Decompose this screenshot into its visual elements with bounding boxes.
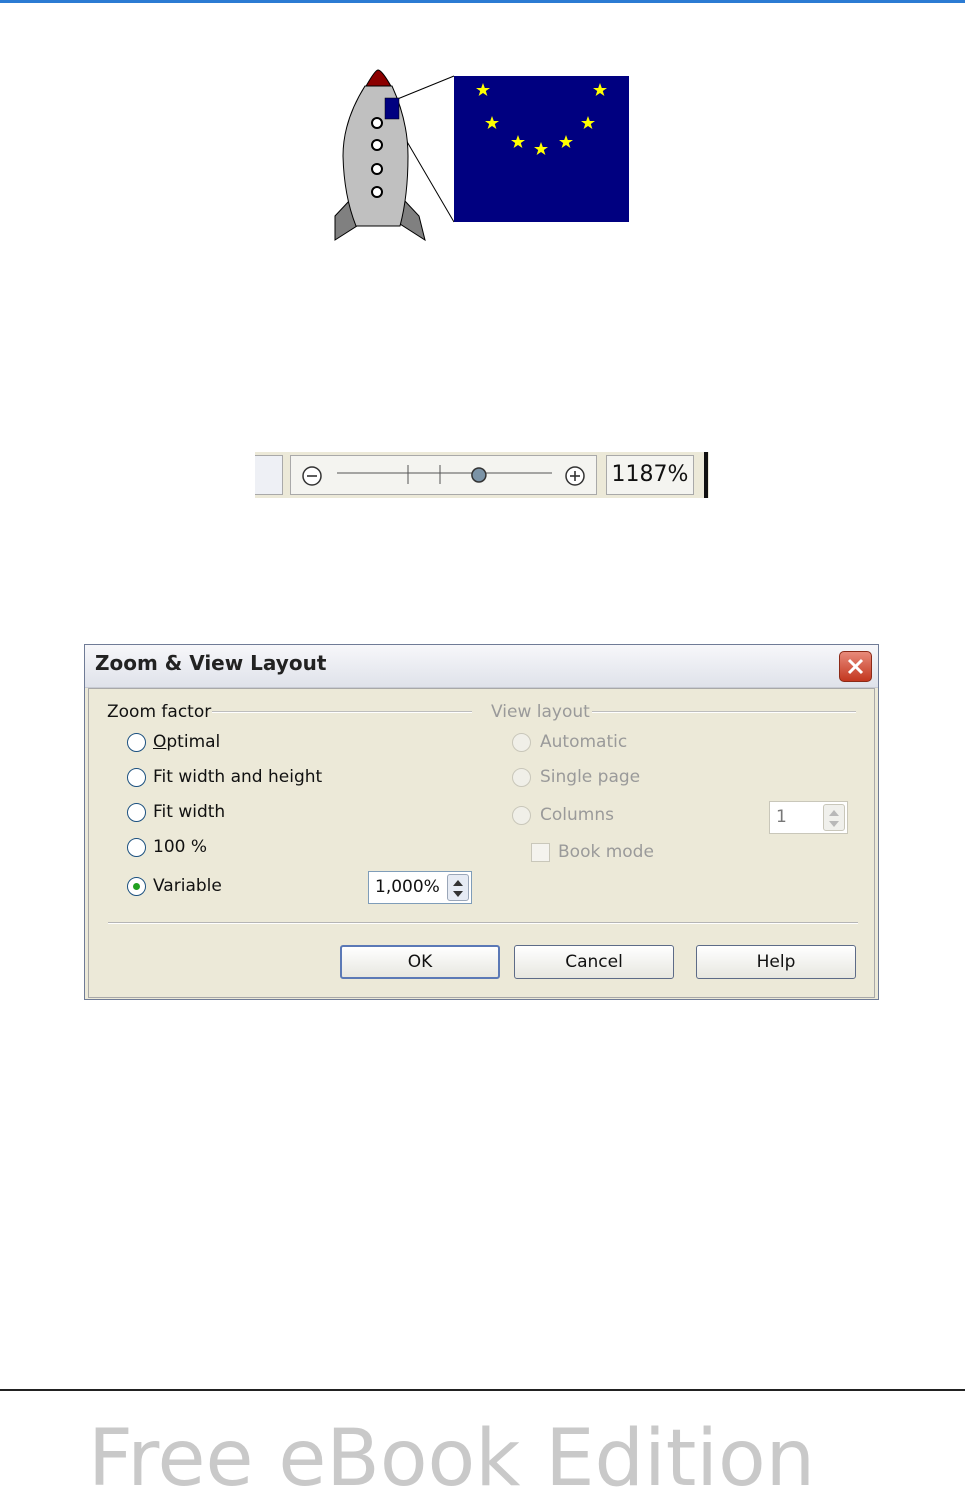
zoom-in-icon <box>565 466 585 486</box>
label-single-page: Single page <box>540 767 641 787</box>
variable-zoom-spinbox[interactable]: 1,000% <box>368 871 472 904</box>
label-optimal-text: ptimal <box>166 732 221 752</box>
dialog-title: Zoom & View Layout <box>95 651 327 675</box>
radio-fit-width[interactable] <box>127 803 146 822</box>
radio-selected-dot <box>133 883 140 890</box>
label-columns: Columns <box>540 805 614 825</box>
label-book-mode: Book mode <box>558 842 654 862</box>
close-icon <box>847 658 864 675</box>
columns-spin-arrows-icon[interactable] <box>823 804 845 831</box>
statusbar-edge <box>704 452 708 498</box>
columns-spinbox[interactable]: 1 <box>769 801 848 834</box>
label-fit-width-height: Fit width and height <box>153 767 323 787</box>
book-mode-checkbox[interactable] <box>531 843 550 862</box>
rocket-illustration <box>330 66 635 244</box>
button-separator <box>108 922 858 924</box>
radio-fit-width-height[interactable] <box>127 768 146 787</box>
close-button[interactable] <box>839 651 872 682</box>
zoom-factor-group-label: Zoom factor <box>107 702 212 722</box>
label-automatic: Automatic <box>540 732 628 752</box>
radio-single-page[interactable] <box>512 768 531 787</box>
callout-line-top <box>394 75 455 101</box>
view-layout-group-label: View layout <box>491 702 590 722</box>
porthole <box>371 117 383 129</box>
label-optimal: Optimal <box>153 732 221 752</box>
radio-automatic[interactable] <box>512 733 531 752</box>
variable-zoom-value: 1,000% <box>375 877 440 897</box>
radio-100-percent[interactable] <box>127 838 146 857</box>
radio-variable[interactable] <box>127 877 146 896</box>
help-button[interactable]: Help <box>696 945 856 979</box>
statusbar-field <box>255 455 283 495</box>
top-rule <box>0 0 965 3</box>
zoom-slider[interactable] <box>290 455 597 495</box>
porthole <box>371 139 383 151</box>
porthole <box>371 186 383 198</box>
rocket-nose <box>364 69 393 89</box>
zoom-percent[interactable]: 1187% <box>606 455 694 495</box>
label-variable: Variable <box>153 876 222 896</box>
spin-arrows-icon[interactable] <box>447 874 469 901</box>
zoom-factor-divider <box>212 711 472 713</box>
dialog-titlebar: Zoom & View Layout <box>85 645 878 688</box>
radio-optimal[interactable] <box>127 733 146 752</box>
radio-columns[interactable] <box>512 806 531 825</box>
columns-value: 1 <box>776 807 787 827</box>
rocket-small-flag <box>384 97 400 120</box>
ok-button[interactable]: OK <box>340 945 500 979</box>
porthole <box>371 163 383 175</box>
footer-rule <box>0 1389 965 1391</box>
slider-thumb <box>471 467 487 483</box>
cancel-button[interactable]: Cancel <box>514 945 674 979</box>
label-fit-width: Fit width <box>153 802 226 822</box>
footer-watermark: Free eBook Edition <box>88 1414 816 1504</box>
zoom-statusbar: 1187% <box>255 452 709 498</box>
label-100-percent: 100 % <box>153 837 208 857</box>
view-layout-divider <box>592 711 856 713</box>
zoom-out-icon <box>302 466 322 486</box>
